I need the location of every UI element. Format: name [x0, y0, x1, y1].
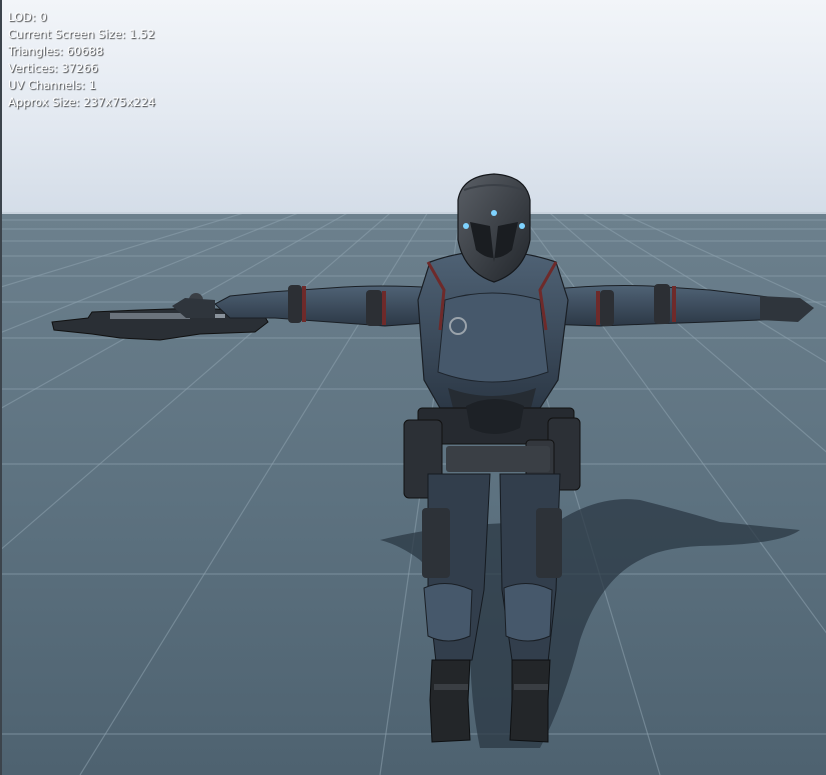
stat-triangles: Triangles: 60688	[8, 44, 104, 58]
character-model[interactable]	[0, 0, 826, 775]
stat-approx-size: Approx Size: 237x75x224	[8, 95, 156, 109]
right-arm	[544, 284, 814, 327]
stat-screen-size: Current Screen Size: 1.52	[8, 27, 155, 41]
mesh-stats-overlay: LOD: 0 Current Screen Size: 1.52 Triangl…	[8, 9, 155, 111]
stat-lod: LOD: 0	[8, 10, 47, 24]
stat-vertices: Vertices: 37266	[8, 61, 98, 75]
stat-uv-channels: UV Channels: 1	[8, 78, 97, 92]
helmet	[457, 173, 531, 283]
viewport-border	[0, 0, 2, 775]
mesh-preview-viewport[interactable]: LOD: 0 Current Screen Size: 1.52 Triangl…	[0, 0, 826, 775]
